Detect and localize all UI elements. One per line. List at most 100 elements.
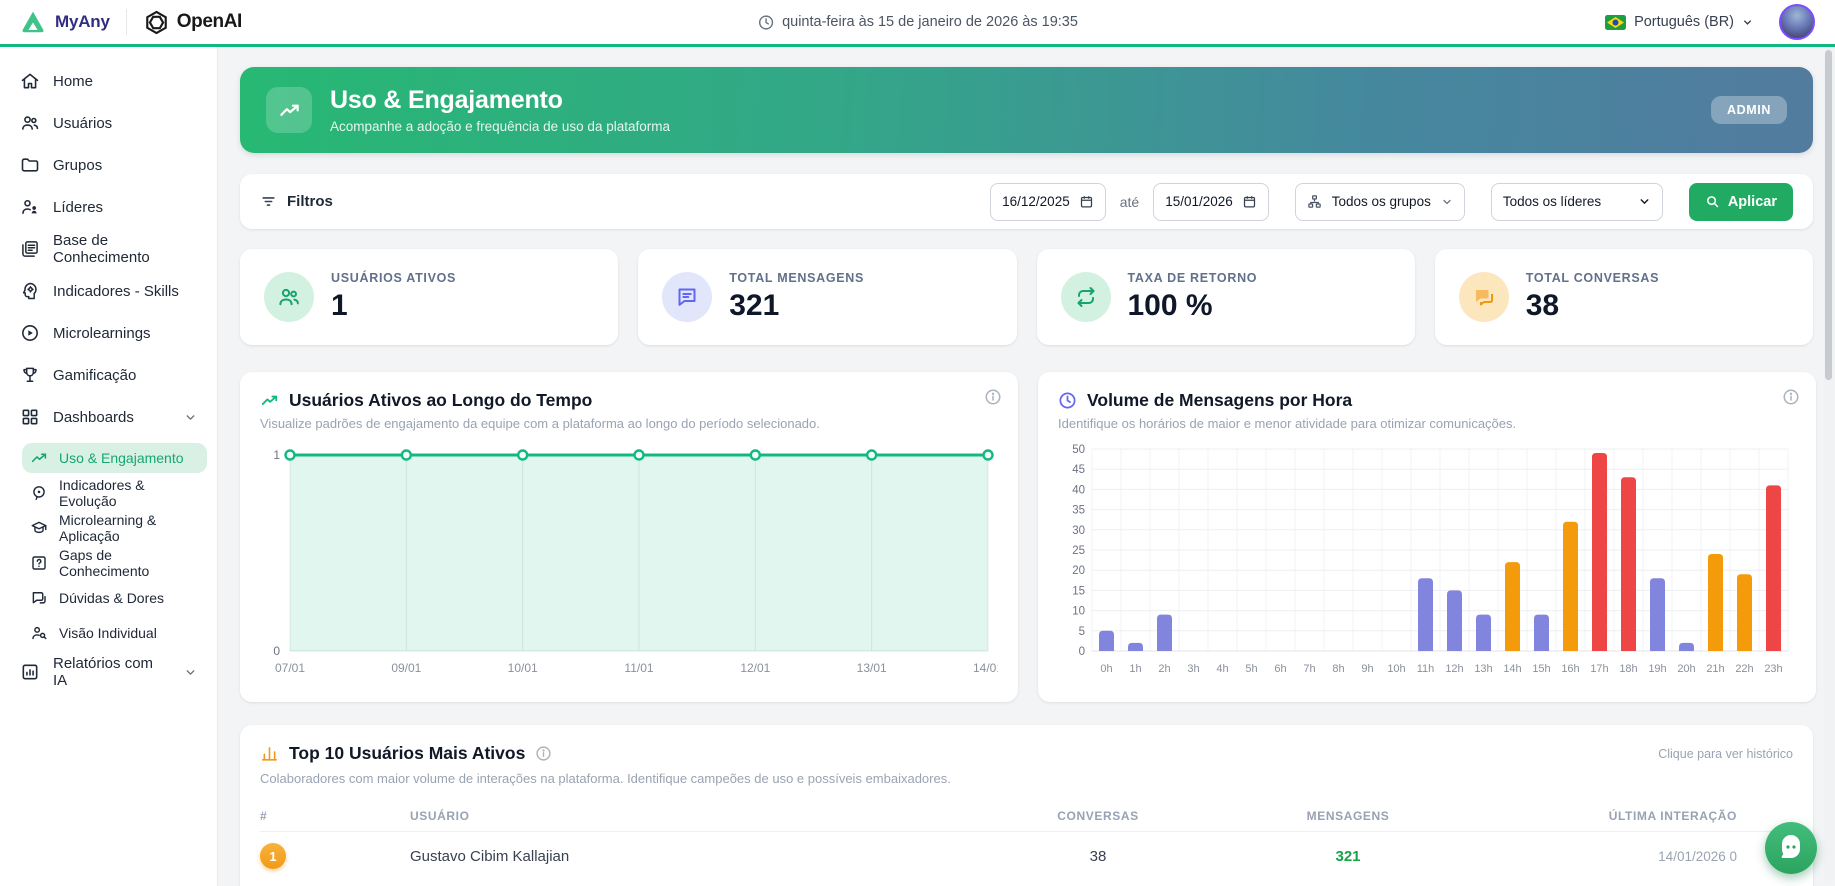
date-to-input[interactable]: 15/01/2026 xyxy=(1153,182,1269,221)
help-square-icon xyxy=(32,556,46,570)
mensagens-value: 321 xyxy=(1335,847,1361,865)
svg-text:20: 20 xyxy=(1072,565,1085,577)
myany-logo[interactable]: MyAny xyxy=(20,9,110,35)
svg-text:14/01: 14/01 xyxy=(973,661,998,675)
language-selector[interactable]: Português (BR) xyxy=(1605,14,1753,30)
chat-icon xyxy=(32,592,46,604)
graduation-cap-icon xyxy=(31,521,47,534)
svg-text:12h: 12h xyxy=(1445,663,1463,675)
svg-text:35: 35 xyxy=(1072,505,1085,517)
apply-button[interactable]: Aplicar xyxy=(1688,182,1793,221)
chevron-down-icon xyxy=(1443,199,1451,204)
brazil-flag-icon xyxy=(1605,14,1627,30)
openai-logo-icon xyxy=(145,10,167,34)
stat-label: TAXA DE RETORNO xyxy=(1127,271,1258,285)
clock-icon xyxy=(758,14,773,30)
user-name: Gustavo Cibim Kallajian xyxy=(410,847,570,865)
svg-text:22h: 22h xyxy=(1735,663,1753,675)
info-icon[interactable] xyxy=(984,388,1002,406)
bar-chart-canvas[interactable]: 0 5 10 15 20 25 30 35 40 45 50 0h 1h 2h 3h 4h 5h 6h 7h 8h 9h… xyxy=(1058,439,1796,689)
charts-row: Usuários Ativos ao Longo do Tempo Visual… xyxy=(240,372,1816,702)
chevron-down-icon xyxy=(186,414,195,420)
sidebar-item-microlearning-aplicacao[interactable]: Microlearning & Aplicação xyxy=(22,512,207,544)
svg-text:1: 1 xyxy=(273,448,280,462)
calendar-icon xyxy=(1080,196,1092,208)
folder-icon xyxy=(21,158,39,172)
info-icon[interactable] xyxy=(1782,388,1800,406)
svg-text:16h: 16h xyxy=(1561,663,1579,675)
filters-bar: Filtros 16/12/2025 até 15/01/2026 Todos … xyxy=(240,174,1813,229)
trending-up-icon xyxy=(261,395,278,405)
svg-text:5h: 5h xyxy=(1245,663,1257,675)
stat-card-taxa-retorno: TAXA DE RETORNO 100 % xyxy=(1036,249,1415,345)
topbar: MyAny OpenAI quinta-feira às 15 de janei… xyxy=(0,0,1835,47)
sidebar-item-indicadores-evolucao[interactable]: Indicadores & Evolução xyxy=(22,477,207,509)
svg-text:09/01: 09/01 xyxy=(391,661,421,675)
sidebar-item-home[interactable]: Home xyxy=(10,65,207,97)
stat-card-total-conversas: TOTAL CONVERSAS 38 xyxy=(1434,249,1813,345)
user-avatar[interactable] xyxy=(1779,4,1815,40)
user-search-icon xyxy=(32,626,47,640)
sidebar-item-visao-individual[interactable]: Visão Individual xyxy=(22,618,207,648)
scrollbar-thumb[interactable] xyxy=(1825,50,1832,380)
svg-text:0: 0 xyxy=(1079,646,1085,658)
sidebar-item-usuarios[interactable]: Usuários xyxy=(10,107,207,139)
filters-label: Filtros xyxy=(287,193,333,210)
scrollbar-track[interactable] xyxy=(1824,50,1833,883)
users-icon xyxy=(22,116,39,130)
sidebar-item-gamificacao[interactable]: Gamificação xyxy=(10,359,207,391)
svg-text:6h: 6h xyxy=(1274,663,1286,675)
page-subtitle: Acompanhe a adoção e frequência de uso d… xyxy=(330,119,670,134)
sidebar-item-uso-engajamento[interactable]: Uso & Engajamento xyxy=(22,443,207,473)
filter-icon xyxy=(262,197,275,206)
page-header-banner: Uso & Engajamento Acompanhe a adoção e f… xyxy=(240,67,1813,153)
svg-text:15h: 15h xyxy=(1532,663,1550,675)
groups-dropdown[interactable]: Todos os grupos xyxy=(1294,182,1465,221)
search-icon xyxy=(1706,196,1719,208)
info-icon[interactable] xyxy=(535,745,552,762)
calendar-icon xyxy=(1243,196,1255,208)
rank-badge: 1 xyxy=(260,843,286,869)
view-history-hint[interactable]: Clique para ver histórico xyxy=(1658,747,1793,761)
svg-text:21h: 21h xyxy=(1706,663,1724,675)
chart-title: Volume de Mensagens por Hora xyxy=(1087,390,1353,410)
sidebar-item-gaps-conhecimento[interactable]: Gaps de Conhecimento xyxy=(22,547,207,579)
leaders-select[interactable]: Todos os líderes xyxy=(1490,182,1663,221)
svg-text:0h: 0h xyxy=(1100,663,1112,675)
openai-logo[interactable]: OpenAI xyxy=(143,9,242,36)
language-label: Português (BR) xyxy=(1634,14,1734,30)
sidebar-item-duvidas-dores[interactable]: Dúvidas & Dores xyxy=(22,583,207,613)
svg-text:8h: 8h xyxy=(1332,663,1344,675)
sidebar-item-relatorios-ia[interactable]: Relatórios com IA xyxy=(10,655,207,689)
date-from-input[interactable]: 16/12/2025 xyxy=(990,182,1106,221)
psychology-icon xyxy=(33,486,45,501)
sidebar-item-dashboards[interactable]: Dashboards xyxy=(10,401,207,433)
sidebar-item-grupos[interactable]: Grupos xyxy=(10,149,207,181)
stat-card-usuarios-ativos: USUÁRIOS ATIVOS 1 xyxy=(240,249,619,345)
stat-value: 100 % xyxy=(1127,289,1213,322)
dashboards-grid-icon xyxy=(22,409,38,425)
svg-text:30: 30 xyxy=(1072,525,1085,537)
line-chart-canvas[interactable]: 0 1 07/01 09/01 10/01 11/01 12/01 13/01 14/01 xyxy=(260,439,998,689)
sidebar-item-microlearnings[interactable]: Microlearnings xyxy=(10,317,207,349)
svg-text:11/01: 11/01 xyxy=(624,661,653,675)
sidebar-item-base-conhecimento[interactable]: Base de Conhecimento xyxy=(10,232,207,266)
active-users-chart-card: Usuários Ativos ao Longo do Tempo Visual… xyxy=(240,372,1018,702)
podium-chart-icon xyxy=(261,747,278,761)
stat-value: 38 xyxy=(1525,289,1560,322)
sidebar-item-indicadores-skills[interactable]: Indicadores - Skills xyxy=(10,275,207,307)
users-icon xyxy=(264,272,314,322)
svg-text:5: 5 xyxy=(1079,626,1085,638)
svg-text:10h: 10h xyxy=(1387,663,1405,675)
svg-text:23h: 23h xyxy=(1764,663,1782,675)
chart-subtitle: Visualize padrões de engajamento da equi… xyxy=(260,416,820,431)
table-row[interactable]: 1 Gustavo Cibim Kallajian 38 321 14/01/2… xyxy=(260,832,1793,880)
sidebar-item-lideres[interactable]: Líderes xyxy=(10,191,207,223)
stat-label: TOTAL CONVERSAS xyxy=(1525,271,1660,285)
svg-text:0: 0 xyxy=(273,644,280,658)
chat-widget-button[interactable] xyxy=(1765,822,1817,874)
play-circle-icon xyxy=(22,325,38,341)
chevron-down-icon xyxy=(186,669,195,675)
svg-text:40: 40 xyxy=(1072,484,1085,496)
svg-text:50: 50 xyxy=(1072,444,1085,456)
